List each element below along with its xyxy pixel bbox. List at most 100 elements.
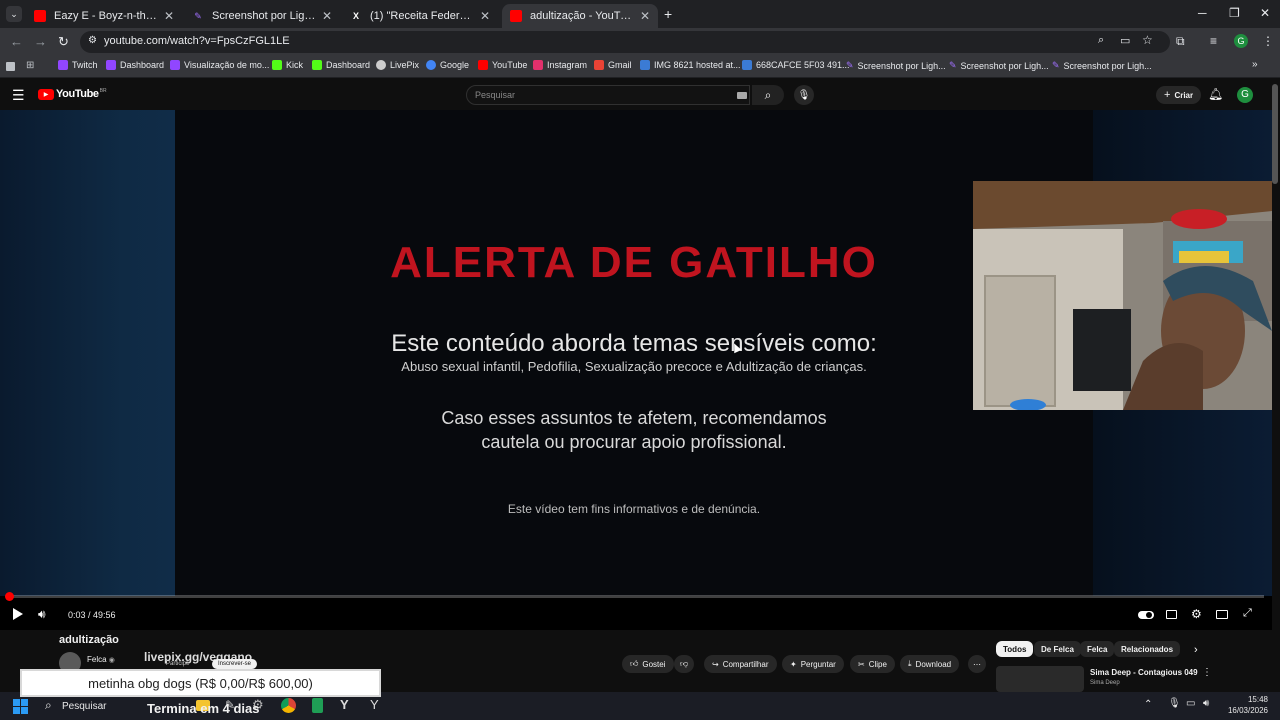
subscribe-button[interactable]: Inscrever-se [212, 659, 258, 669]
chip-de-felca[interactable]: De Felca [1034, 641, 1081, 657]
app-icon-green[interactable] [312, 698, 323, 713]
reload-icon[interactable]: ↻ [58, 34, 69, 50]
site-info-icon[interactable]: ⚙ [88, 35, 97, 46]
fullscreen-icon[interactable]: ⤢ [1243, 607, 1252, 620]
minimize-icon[interactable]: ─ [1198, 6, 1207, 20]
taskbar-search-label: Pesquisar [62, 701, 107, 712]
bookmark-gmail[interactable]: Gmail [594, 60, 632, 70]
settings-gear-icon[interactable]: ⚙ [1191, 607, 1202, 621]
channel-name-text: Felca [87, 655, 107, 664]
tab-title: adultização - YouTube [530, 10, 634, 22]
cast-icon[interactable]: ▭ [1120, 34, 1130, 47]
share-button[interactable]: ↪ Compartilhar [704, 655, 777, 673]
bookmark-kick[interactable]: Kick [272, 60, 303, 70]
bookmark-dashboard-twitch[interactable]: Dashboard [106, 60, 164, 70]
apps-grid-icon[interactable]: ⊞ [26, 60, 34, 71]
create-button[interactable]: + Criar [1156, 86, 1202, 104]
volume-icon[interactable]: 🔊︎ [38, 607, 46, 622]
bookmark-lightshot-2[interactable]: ✎ Screenshot por Ligh... [949, 60, 1049, 71]
app-icon-y[interactable]: Y [340, 697, 349, 712]
chevron-right-icon[interactable]: › [1194, 644, 1198, 656]
gmail-icon [594, 60, 604, 70]
video-player[interactable]: ALERTA DE GATILHO Este conteúdo aborda t… [0, 110, 1272, 630]
close-tab-icon[interactable]: ✕ [322, 9, 332, 23]
recommendation-thumbnail[interactable] [996, 666, 1084, 692]
notifications-bell-icon[interactable]: 🔔︎ [1208, 87, 1223, 101]
network-icon[interactable]: ▭ [1186, 698, 1195, 709]
bookmark-youtube[interactable]: YouTube [478, 60, 527, 70]
donation-goal-overlay: metinha obg dogs (R$ 0,00/R$ 600,00) [20, 669, 381, 697]
more-actions-button[interactable]: ⋯ [968, 655, 986, 673]
page-scrollbar[interactable] [1272, 84, 1278, 184]
media-controls-icon[interactable]: ≡ [1210, 34, 1217, 48]
bookmark-668cafce[interactable]: 668CAFCE 5F03 491... [742, 60, 850, 70]
dislike-button[interactable]: 👎︎ [674, 655, 695, 673]
bookmark-visualizacao[interactable]: Visualização de mo... [170, 60, 269, 70]
keyboard-icon[interactable] [737, 92, 747, 99]
like-button[interactable]: 👍︎ Gostei [622, 655, 674, 673]
browser-toolbar: ← → ↻ ⚙ youtube.com/watch?v=FpsCzFGL1LE … [0, 28, 1280, 56]
close-window-icon[interactable]: ✕ [1260, 6, 1270, 20]
back-icon[interactable]: ← [10, 34, 23, 49]
imgbb-icon [742, 60, 752, 70]
close-tab-icon[interactable]: ✕ [640, 9, 650, 23]
search-input[interactable]: Pesquisar [466, 85, 750, 105]
recommendation-title[interactable]: Sima Deep - Contagious 049 [1090, 668, 1198, 677]
volume-tray-icon[interactable]: 🔊︎ [1203, 698, 1209, 709]
play-icon[interactable] [13, 608, 23, 620]
chip-felca[interactable]: Felca [1080, 641, 1115, 657]
show-hidden-icons-icon[interactable]: ⌃ [1144, 699, 1152, 710]
recommendation-menu-icon[interactable]: ⋮ [1202, 667, 1212, 678]
browser-menu-icon[interactable]: ⋮ [1262, 34, 1274, 48]
zoom-icon[interactable]: ⌕ [1098, 34, 1104, 47]
subtitles-icon[interactable] [1166, 610, 1177, 619]
forward-icon[interactable]: → [34, 34, 47, 49]
progress-scrubber[interactable] [5, 592, 15, 601]
app-icon-pin[interactable]: Y [370, 697, 379, 712]
address-bar[interactable]: ⚙ youtube.com/watch?v=FpsCzFGL1LE ⌕ ▭ ☆ [80, 31, 1170, 53]
bookmark-dashboard-kick[interactable]: Dashboard [312, 60, 370, 70]
chip-relacionados[interactable]: Relacionados [1114, 641, 1181, 657]
close-tab-icon[interactable]: ✕ [164, 9, 174, 23]
bookmark-google[interactable]: Google [426, 60, 469, 70]
browser-tab-3[interactable]: X (1) "Receita Federal" - Search / ✕ [342, 4, 498, 28]
restore-icon[interactable]: ❐ [1229, 6, 1240, 20]
download-button[interactable]: ⤓ Download [900, 655, 960, 673]
bookmark-img-8621[interactable]: IMG 8621 hosted at... [640, 60, 741, 70]
search-button[interactable]: ⌕ [752, 85, 784, 105]
profile-avatar[interactable]: G [1234, 34, 1248, 48]
bookmark-livepix[interactable]: LivePix [376, 60, 419, 70]
more-bookmarks-icon[interactable]: » [1252, 59, 1258, 70]
autoplay-toggle[interactable] [1138, 611, 1154, 619]
system-clock[interactable]: 15:48 16/03/2026 [1228, 694, 1268, 716]
bookmark-twitch[interactable]: Twitch [58, 60, 98, 70]
bookmark-lightshot-1[interactable]: ✎ Screenshot por Ligh... [846, 60, 946, 71]
taskbar-search[interactable]: ⌕ Pesquisar [40, 695, 150, 717]
chip-todos[interactable]: Todos [996, 641, 1034, 657]
ask-button[interactable]: ✦ Perguntar [782, 655, 844, 673]
chrome-icon[interactable] [281, 698, 296, 713]
new-tab-icon[interactable]: + [664, 6, 672, 22]
tab-search-button[interactable]: ⌄ [6, 6, 22, 22]
browser-tab-4-active[interactable]: adultização - YouTube ✕ [502, 4, 658, 28]
bookmark-star-icon[interactable]: ☆ [1142, 33, 1153, 47]
extensions-icon[interactable]: ⧉ [1176, 34, 1185, 49]
account-avatar[interactable]: G [1237, 87, 1253, 103]
youtube-logo[interactable]: ▶ YouTube BR [38, 88, 107, 100]
windows-start-icon[interactable] [13, 699, 28, 714]
voice-search-button[interactable]: 🎙 [794, 85, 814, 105]
hamburger-menu-icon[interactable]: ☰ [12, 87, 25, 104]
progress-bar[interactable] [5, 592, 1264, 601]
sidebar-toggle-icon[interactable] [6, 62, 15, 71]
theater-mode-icon[interactable] [1216, 610, 1228, 619]
bookmark-lightshot-3[interactable]: ✎ Screenshot por Ligh... [1052, 60, 1152, 71]
channel-name[interactable]: Felca ◉ [87, 655, 115, 664]
clock-time: 15:48 [1247, 695, 1268, 704]
browser-tab-1[interactable]: Eazy E - Boyz-n-the-Hood (Mu ✕ [26, 4, 182, 28]
browser-tab-2[interactable]: ✎ Screenshot por Lightshot ✕ [184, 4, 340, 28]
clip-button[interactable]: ✂ Clipe [850, 655, 895, 673]
tab-title: Eazy E - Boyz-n-the-Hood (Mu [54, 10, 158, 22]
bookmark-instagram[interactable]: Instagram [533, 60, 587, 70]
close-tab-icon[interactable]: ✕ [480, 9, 490, 23]
microphone-tray-icon[interactable]: 🎙 [1168, 698, 1181, 709]
